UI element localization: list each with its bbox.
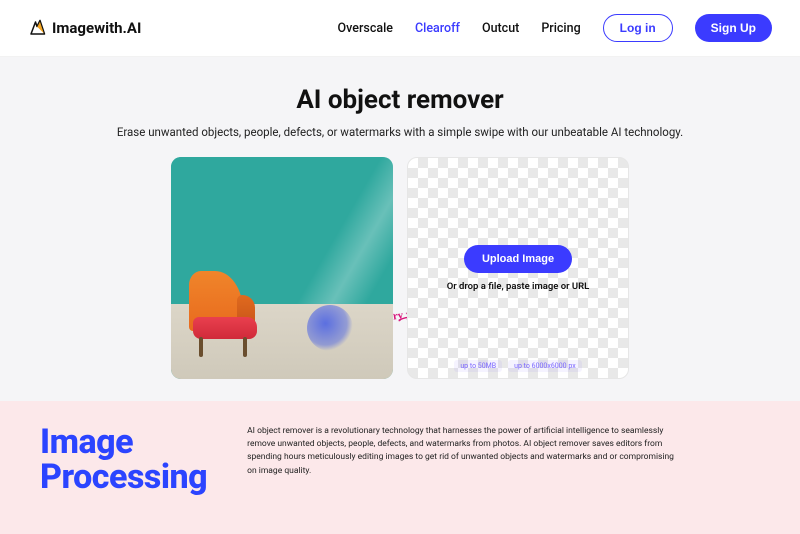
upload-image-button[interactable]: Upload Image [464,245,572,273]
nav-clearoff[interactable]: Clearoff [415,21,460,36]
upload-dropzone[interactable]: Upload Image Or drop a file, paste image… [407,157,629,379]
strip-body: AI object remover is a revolutionary tec… [247,425,677,478]
logo-icon [28,19,46,37]
page-title: AI object remover [40,85,760,115]
login-button[interactable]: Log in [603,14,673,42]
nav-pricing[interactable]: Pricing [541,21,580,36]
nav-overscale[interactable]: Overscale [338,21,393,36]
signup-button[interactable]: Sign Up [695,14,772,42]
strip-heading: Image Processing [40,425,207,494]
nav-outcut[interactable]: Outcut [482,21,519,36]
brand-suffix: AI [127,19,141,37]
main-nav: Overscale Clearoff Outcut Pricing Log in… [338,14,772,42]
badge-max-res: up to 6000x6000 px [508,360,582,372]
upload-limits: up to 50MB up to 6000x6000 px [408,360,628,372]
hero-section: AI object remover Erase unwanted objects… [0,57,800,153]
brand-logo[interactable]: Imagewith.AI [28,19,141,37]
drop-hint: Or drop a file, paste image or URL [447,281,590,292]
page-subtitle: Erase unwanted objects, people, defects,… [40,125,760,139]
preview-panels: Try yourself for free Upload Image Or dr… [0,153,800,401]
top-header: Imagewith.AI Overscale Clearoff Outcut P… [0,0,800,57]
demo-before-image [171,157,393,379]
brush-cursor-icon [307,305,353,351]
badge-max-size: up to 50MB [454,360,502,372]
armchair-graphic [189,271,265,357]
info-strip: Image Processing AI object remover is a … [0,401,800,534]
brand-text: Imagewith. [52,19,127,37]
